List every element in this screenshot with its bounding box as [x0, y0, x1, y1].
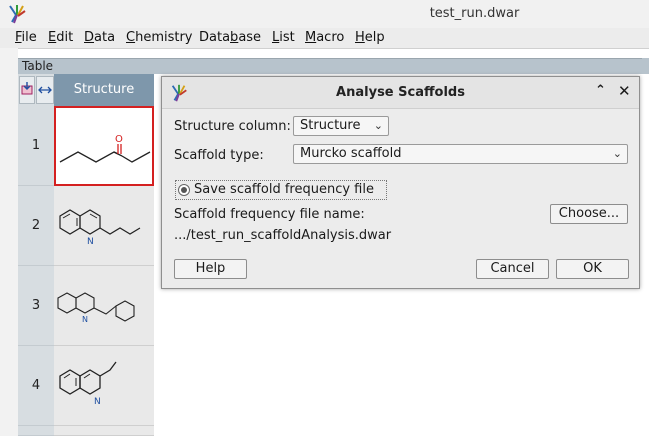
help-button[interactable]: Help	[174, 259, 247, 279]
column-header-structure[interactable]: Structure	[54, 74, 154, 106]
scaffold-type-select[interactable]: Murcko scaffold ⌄	[293, 144, 628, 164]
menu-list[interactable]: List	[272, 30, 295, 45]
save-scaffold-file-label[interactable]: Save scaffold frequency file	[194, 182, 374, 197]
menu-edit[interactable]: Edit	[48, 30, 73, 45]
scaffold-type-value: Murcko scaffold	[300, 146, 402, 161]
chevron-up-icon[interactable]: ⌃	[595, 83, 606, 98]
structure-cell[interactable]: N	[54, 346, 154, 426]
analyse-scaffolds-dialog: Analyse Scaffolds ⌃ ✕ Structure column: …	[161, 76, 640, 289]
choose-file-button[interactable]: Choose...	[550, 204, 628, 224]
svg-text:N: N	[87, 237, 94, 247]
structure-column-select[interactable]: Structure ⌄	[293, 116, 389, 136]
file-path-value: .../test_run_scaffoldAnalysis.dwar	[174, 228, 392, 243]
structure-column-value: Structure	[300, 118, 361, 133]
chevron-down-icon: ⌄	[373, 119, 383, 132]
ok-button[interactable]: OK	[556, 259, 629, 279]
cancel-button[interactable]: Cancel	[476, 259, 549, 279]
structure-cell[interactable]: N	[54, 186, 154, 266]
structure-cell[interactable]: O	[54, 106, 154, 186]
structure-cell[interactable]	[54, 426, 154, 436]
left-panel-strip	[0, 48, 18, 436]
menu-data[interactable]: Data	[84, 30, 115, 45]
menu-macro[interactable]: Macro	[305, 30, 344, 45]
radio-selected-icon[interactable]	[178, 184, 190, 196]
structure-column-label: Structure column:	[174, 119, 291, 134]
resize-columns-button[interactable]	[36, 76, 54, 104]
file-name-label: Scaffold frequency file name:	[174, 207, 365, 222]
structure-cell[interactable]: N	[54, 266, 154, 346]
export-icon	[21, 82, 33, 95]
row-number[interactable]: 3	[18, 266, 54, 346]
svg-text:O: O	[115, 134, 123, 145]
row-number[interactable]	[18, 426, 54, 436]
row-number[interactable]: 1	[18, 106, 54, 186]
row-number[interactable]: 2	[18, 186, 54, 266]
chevron-down-icon: ⌄	[612, 147, 622, 160]
menu-file[interactable]: File	[15, 30, 37, 45]
scaffold-type-label: Scaffold type:	[174, 148, 264, 163]
molecule-quinoline-drawing: N	[59, 209, 141, 247]
close-icon[interactable]: ✕	[618, 82, 631, 100]
menu-help[interactable]: Help	[355, 30, 385, 45]
table-panel-header	[18, 58, 649, 75]
svg-text:N: N	[82, 315, 88, 324]
molecule-ethylquinoline-drawing: N	[59, 361, 117, 407]
menu-database[interactable]: Database	[199, 30, 261, 45]
table-panel-title: Table	[22, 59, 54, 73]
molecule-ketone-drawing: O	[59, 134, 151, 163]
horizontal-arrows-icon	[38, 86, 52, 94]
svg-text:N: N	[94, 397, 101, 407]
molecule-benzylquinoline-drawing: N	[57, 292, 135, 324]
panel-edge	[642, 58, 649, 74]
window-title: test_run.dwar	[429, 6, 520, 21]
menubar: File Edit Data Chemistry Database List M…	[0, 28, 649, 49]
row-number[interactable]: 4	[18, 346, 54, 426]
menu-chemistry[interactable]: Chemistry	[126, 30, 193, 45]
dialog-title: Analyse Scaffolds	[336, 85, 465, 100]
export-button[interactable]	[19, 76, 35, 104]
